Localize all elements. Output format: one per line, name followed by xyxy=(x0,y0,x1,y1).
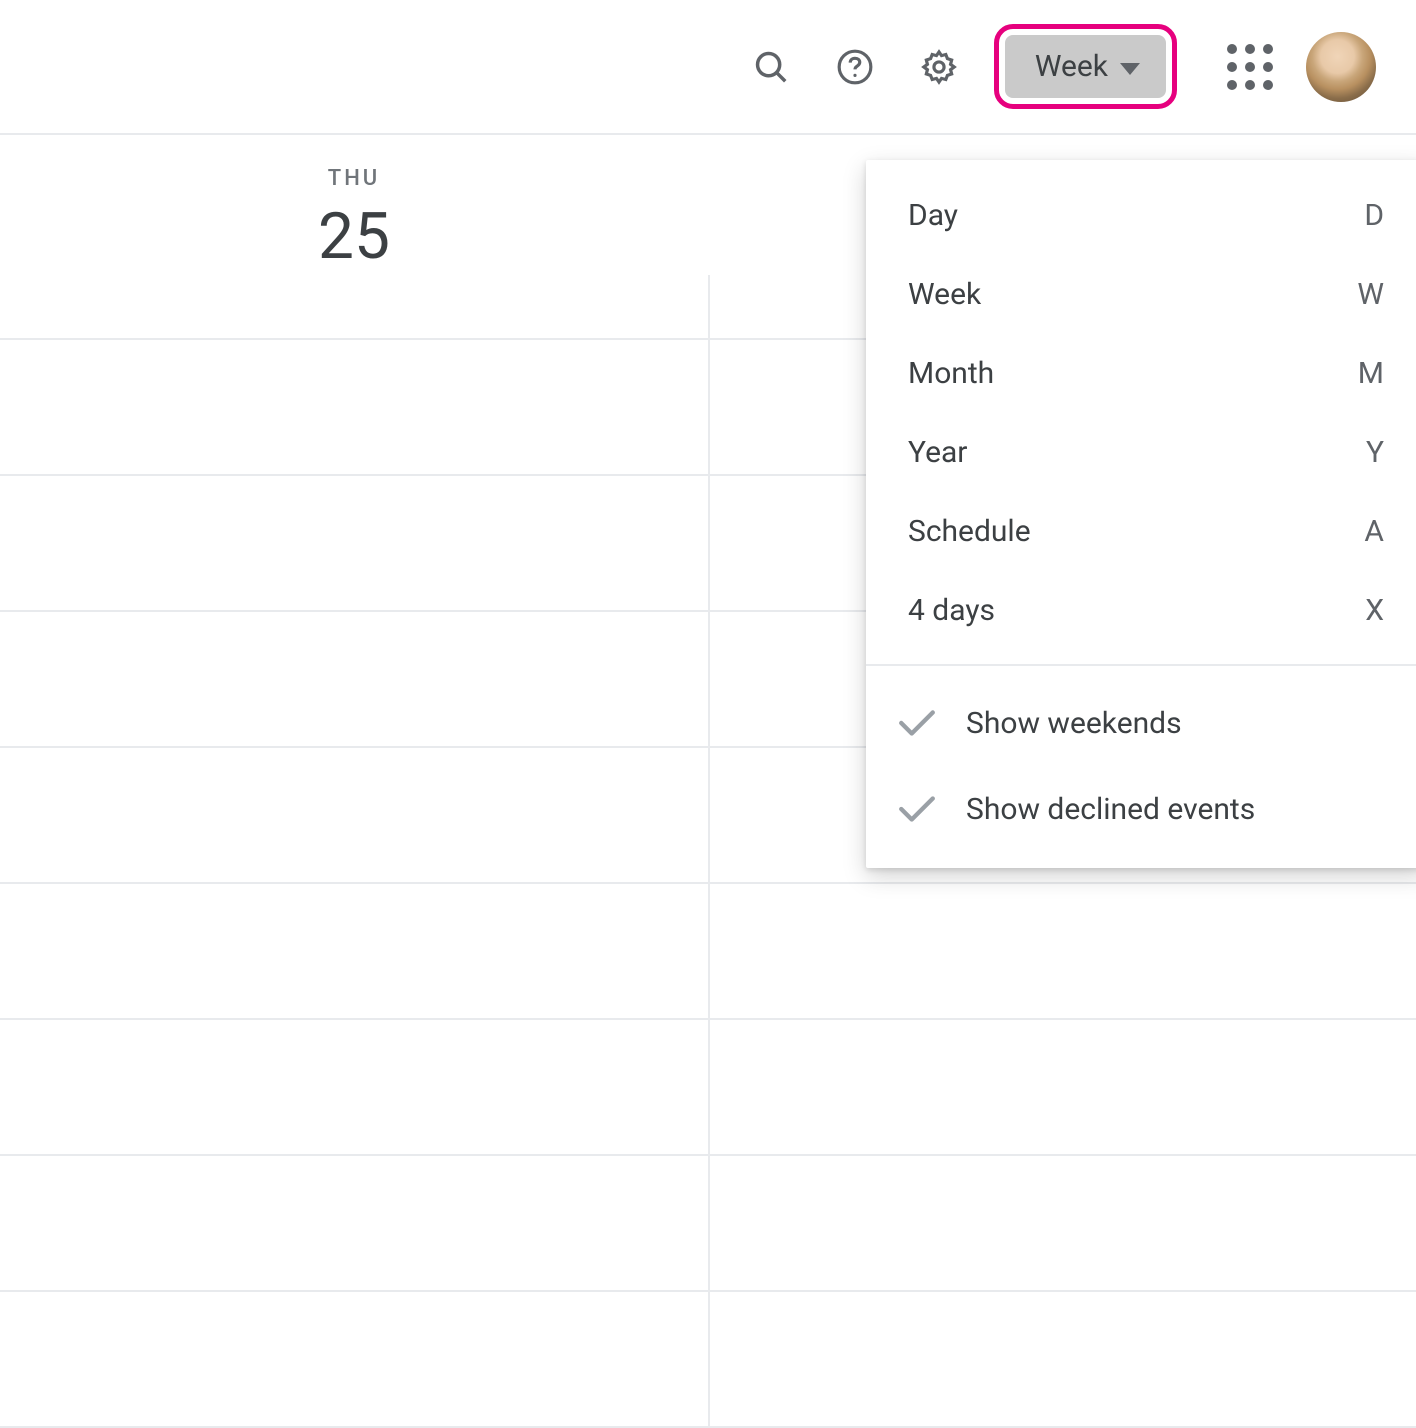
help-button[interactable] xyxy=(827,39,883,95)
menu-item-shortcut: Y xyxy=(1366,435,1384,470)
view-switcher-button[interactable]: Week xyxy=(1005,35,1166,98)
menu-item-shortcut: X xyxy=(1365,593,1384,628)
menu-divider xyxy=(866,664,1416,666)
search-button[interactable] xyxy=(743,39,799,95)
menu-item-shortcut: W xyxy=(1357,277,1384,312)
check-icon xyxy=(896,702,938,744)
menu-item-label: Schedule xyxy=(908,514,1031,549)
column-divider xyxy=(708,275,710,1428)
menu-toggle-label: Show declined events xyxy=(966,792,1255,827)
menu-item-schedule[interactable]: Schedule A xyxy=(866,492,1416,571)
menu-item-label: 4 days xyxy=(908,593,995,628)
day-header-thu[interactable]: THU 25 xyxy=(0,135,708,305)
day-name: THU xyxy=(328,166,380,191)
settings-button[interactable] xyxy=(911,39,967,95)
menu-item-day[interactable]: Day D xyxy=(866,176,1416,255)
gear-icon xyxy=(920,48,958,86)
check-icon xyxy=(896,788,938,830)
menu-item-label: Day xyxy=(908,198,958,233)
avatar[interactable] xyxy=(1306,32,1376,102)
menu-item-year[interactable]: Year Y xyxy=(866,413,1416,492)
menu-item-label: Month xyxy=(908,356,994,391)
menu-item-label: Year xyxy=(908,435,967,470)
menu-item-shortcut: A xyxy=(1364,514,1384,549)
chevron-down-icon xyxy=(1120,63,1140,75)
menu-item-label: Week xyxy=(908,277,981,312)
day-number: 25 xyxy=(318,199,390,274)
menu-item-shortcut: M xyxy=(1358,356,1384,391)
menu-toggle-show-weekends[interactable]: Show weekends xyxy=(866,680,1416,766)
menu-item-4days[interactable]: 4 days X xyxy=(866,571,1416,650)
apps-grid-icon xyxy=(1227,44,1273,90)
help-icon xyxy=(836,48,874,86)
menu-item-shortcut: D xyxy=(1364,198,1384,233)
view-switcher-label: Week xyxy=(1035,49,1108,84)
topbar: Week xyxy=(0,0,1416,135)
menu-item-month[interactable]: Month M xyxy=(866,334,1416,413)
search-icon xyxy=(752,48,790,86)
menu-item-week[interactable]: Week W xyxy=(866,255,1416,334)
view-dropdown-menu: Day D Week W Month M Year Y Schedule A 4… xyxy=(866,160,1416,868)
menu-toggle-label: Show weekends xyxy=(966,706,1182,741)
apps-button[interactable] xyxy=(1222,39,1278,95)
menu-toggle-show-declined[interactable]: Show declined events xyxy=(866,766,1416,852)
